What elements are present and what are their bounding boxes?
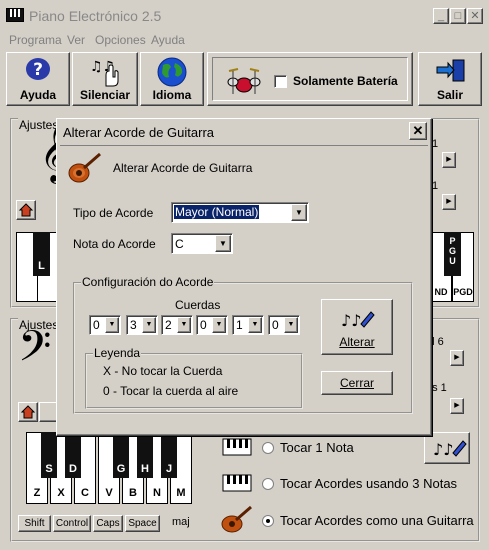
guitar-radio[interactable]: [262, 515, 274, 527]
black-key-s[interactable]: S: [41, 432, 57, 478]
chevron-down-icon: ▼: [284, 317, 298, 333]
strings-label: Cuerdas: [175, 298, 221, 312]
black-key-h[interactable]: H: [137, 432, 153, 478]
chevron-down-icon: ▼: [215, 235, 231, 252]
svg-text:♪♪: ♪♪: [433, 440, 453, 459]
dialog-close-button[interactable]: ✕: [409, 122, 427, 140]
drums-icon: [227, 68, 261, 94]
black-key-pgu[interactable]: P G U: [444, 232, 461, 276]
lower-piano-keys: Z X C V B N M S D G H J: [26, 432, 194, 506]
three-notes-piano-icon: [222, 474, 252, 492]
help-icon: ?: [26, 58, 50, 80]
legend-label: Leyenda: [93, 346, 142, 360]
language-button[interactable]: Idioma: [140, 52, 204, 106]
caps-button[interactable]: Caps: [93, 515, 123, 532]
chord-type-label: Tipo de Acorde: [73, 206, 154, 220]
one-note-radio[interactable]: [262, 442, 274, 454]
chevron-down-icon: ▼: [291, 204, 307, 221]
notes-pencil-icon: ♪♪: [433, 440, 467, 459]
language-label: Idioma: [152, 88, 192, 102]
home-button-lower[interactable]: [18, 402, 38, 422]
exit-button[interactable]: Salir: [418, 52, 482, 106]
upper-spin-2[interactable]: ▶: [442, 194, 456, 210]
menu-ayuda[interactable]: Ayuda: [151, 33, 185, 47]
space-button[interactable]: Space: [125, 515, 160, 532]
minimize-button[interactable]: _: [433, 8, 449, 24]
close-window-button[interactable]: ✕: [467, 8, 483, 24]
legend-x: X - No tocar la Cuerda: [103, 364, 223, 378]
three-notes-label: Tocar Acordes usando 3 Notas: [280, 476, 458, 491]
menu-programa[interactable]: Programa: [9, 33, 62, 47]
mute-hand-icon: ♫♫: [90, 59, 119, 87]
legend-group: Leyenda X - No tocar la Cuerda 0 - Tocar…: [85, 346, 303, 409]
string-4-select[interactable]: 0 ▼: [196, 315, 228, 335]
black-key-j[interactable]: J: [161, 432, 177, 478]
alter-chord-dialog: Alterar Acorde de Guitarra ✕ Alterar Aco…: [56, 118, 432, 436]
drums-only-checkbox[interactable]: [274, 75, 287, 88]
piano-app-icon: [6, 8, 24, 22]
control-button[interactable]: Control: [53, 515, 91, 532]
chevron-down-icon: ▼: [212, 317, 226, 333]
home-button-upper[interactable]: [16, 200, 36, 220]
alter-button[interactable]: ♪♪ Alterar: [321, 299, 393, 355]
help-button[interactable]: ? Ayuda: [6, 52, 70, 106]
title-bar: Piano Electrónico 2.5 _ □ ✕: [0, 0, 489, 32]
chord-suffix: maj: [172, 516, 190, 528]
chord-note-select[interactable]: C ▼: [171, 233, 233, 254]
bass-clef-icon: 𝄢: [18, 322, 52, 382]
one-note-piano-icon: [222, 438, 252, 456]
svg-text:?: ?: [33, 60, 43, 80]
lower-spin-1[interactable]: ▶: [450, 350, 464, 366]
home-icon: [18, 203, 34, 217]
black-key-g[interactable]: G: [113, 432, 129, 478]
close-button[interactable]: Cerrar: [321, 371, 393, 395]
string-2-select[interactable]: 3 ▼: [126, 315, 158, 335]
exit-label: Salir: [436, 88, 463, 102]
upper-spin-1[interactable]: ▶: [442, 152, 456, 168]
upper-right-number-1: 1: [432, 138, 439, 150]
alter-chord-open-button[interactable]: ♪♪: [424, 432, 470, 464]
chevron-down-icon: ▼: [248, 317, 262, 333]
shift-button[interactable]: Shift: [18, 515, 51, 532]
upper-right-number-2: 1: [432, 180, 439, 192]
chevron-down-icon: ▼: [105, 317, 119, 333]
notes-pencil-icon: ♪♪: [341, 311, 375, 330]
black-key-d[interactable]: D: [65, 432, 81, 478]
string-6-select[interactable]: 0 ▼: [268, 315, 300, 335]
drums-only-label: Solamente Batería: [293, 74, 398, 88]
mute-label: Silenciar: [79, 88, 131, 102]
svg-text:♪♪: ♪♪: [341, 311, 361, 330]
dialog-title: Alterar Acorde de Guitarra: [63, 125, 215, 140]
chord-config-label: Configuración do Acorde: [81, 275, 215, 289]
string-3-select[interactable]: 2 ▼: [161, 315, 193, 335]
window-title: Piano Electrónico 2.5: [29, 8, 162, 24]
black-key-l[interactable]: L: [33, 232, 50, 276]
legend-0: 0 - Tocar la cuerda al aire: [103, 384, 239, 398]
home-icon: [20, 405, 36, 419]
alter-button-label: Alterar: [339, 335, 375, 349]
menu-opciones[interactable]: Opciones: [95, 33, 146, 47]
guitar-icon: [221, 505, 252, 533]
string-5-select[interactable]: 1 ▼: [232, 315, 264, 335]
globe-icon: [157, 57, 187, 87]
chord-config-group: Configuración do Acorde Cuerdas Leyenda …: [73, 275, 413, 414]
chord-type-select[interactable]: Mayor (Normal) ▼: [171, 202, 309, 223]
string-1-select[interactable]: 0 ▼: [89, 315, 121, 335]
menu-ver[interactable]: Ver: [67, 33, 85, 47]
drums-panel: Solamente Batería: [207, 52, 413, 106]
one-note-label: Tocar 1 Nota: [280, 440, 354, 455]
chord-note-label: Nota do Acorde: [73, 237, 156, 251]
exit-door-icon: [436, 59, 465, 82]
chevron-down-icon: ▼: [142, 317, 156, 333]
dialog-heading: Alterar Acorde de Guitarra: [113, 161, 253, 175]
maximize-button[interactable]: □: [450, 8, 466, 24]
chevron-down-icon: ▼: [177, 317, 191, 333]
help-label: Ayuda: [19, 88, 57, 102]
guitar-label: Tocar Acordes como una Guitarra: [280, 513, 474, 528]
three-notes-radio[interactable]: [262, 478, 274, 490]
guitar-icon: [68, 152, 101, 183]
lower-spin-2[interactable]: ▶: [450, 398, 464, 414]
mute-button[interactable]: ♫♫ Silenciar: [72, 52, 138, 106]
